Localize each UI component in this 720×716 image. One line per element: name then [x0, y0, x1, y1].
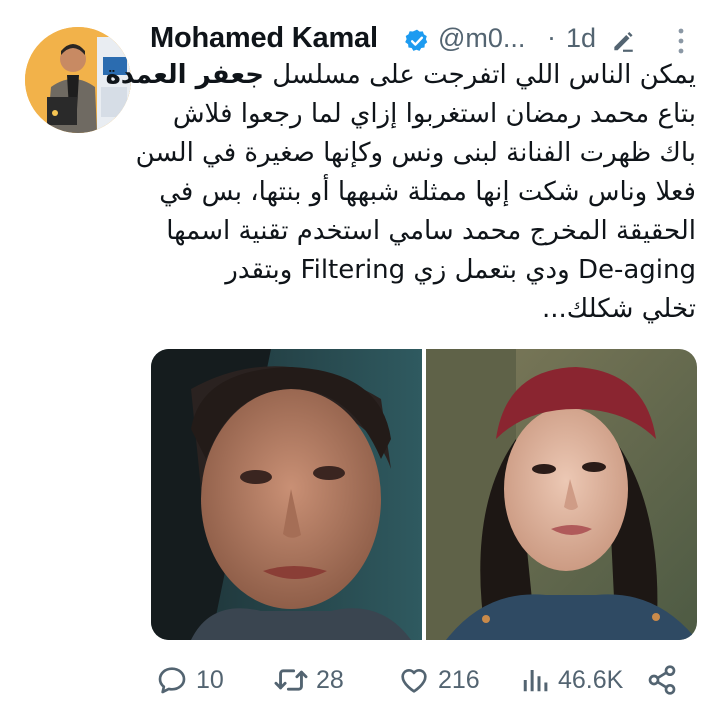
tweet-timestamp[interactable]: 1d — [566, 23, 596, 54]
tweet-line-5: الحقيقة المخرج محمد سامي استخدم تقنية اس… — [166, 216, 696, 246]
author-name[interactable]: Mohamed Kamal — [150, 22, 378, 55]
tweet-line-3: باك ظهرت الفنانة لبنى ونس وكإنها صغيرة ف… — [135, 138, 696, 168]
tweet-media[interactable] — [151, 349, 697, 640]
like-count: 216 — [438, 665, 480, 694]
tweet-line-6: De-aging ودي بتعمل زي Filtering وبتقدر — [225, 255, 696, 285]
like-icon — [401, 669, 427, 693]
separator-dot: · — [547, 22, 556, 52]
tweet-line-7: تخلي شكلك... — [541, 294, 696, 324]
views-button[interactable]: 46.6K — [520, 660, 623, 700]
retweet-button[interactable]: 28 — [274, 660, 344, 700]
older-woman-photo[interactable] — [151, 349, 422, 640]
views-count: 46.6K — [558, 665, 624, 694]
tweet-line-2: بتاع محمد رمضان استغربوا إزاي لما رجعوا … — [172, 99, 696, 129]
hashtag-bold-text: جعفر العمدة — [105, 60, 264, 90]
tweet-line-1: يمكن الناس اللي اتفرجت على مسلسل جعفر ال… — [105, 60, 696, 90]
reply-button[interactable]: 10 — [156, 660, 224, 700]
share-icon — [648, 665, 676, 695]
retweet-count: 28 — [316, 665, 344, 694]
tweet-body: يمكن الناس اللي اتفرجت على مسلسل جعفر ال… — [105, 56, 696, 329]
views-icon — [523, 670, 548, 692]
tweet-actions: 10 28 216 46.6K — [150, 660, 700, 700]
more-options-icon[interactable] — [676, 26, 686, 56]
author-handle[interactable]: @m0... — [438, 23, 525, 54]
tweet-line-4: فعلا وناس شكت إنها ممثلة شبهها أو بنتها،… — [159, 177, 696, 207]
verified-badge-icon — [405, 29, 428, 51]
reply-icon — [158, 667, 186, 694]
retweet-icon — [274, 669, 308, 691]
reply-count: 10 — [196, 665, 224, 694]
share-button[interactable] — [646, 660, 686, 700]
like-button[interactable]: 216 — [398, 660, 480, 700]
young-woman-photo[interactable] — [426, 349, 697, 640]
edit-pencil-icon — [614, 32, 633, 52]
